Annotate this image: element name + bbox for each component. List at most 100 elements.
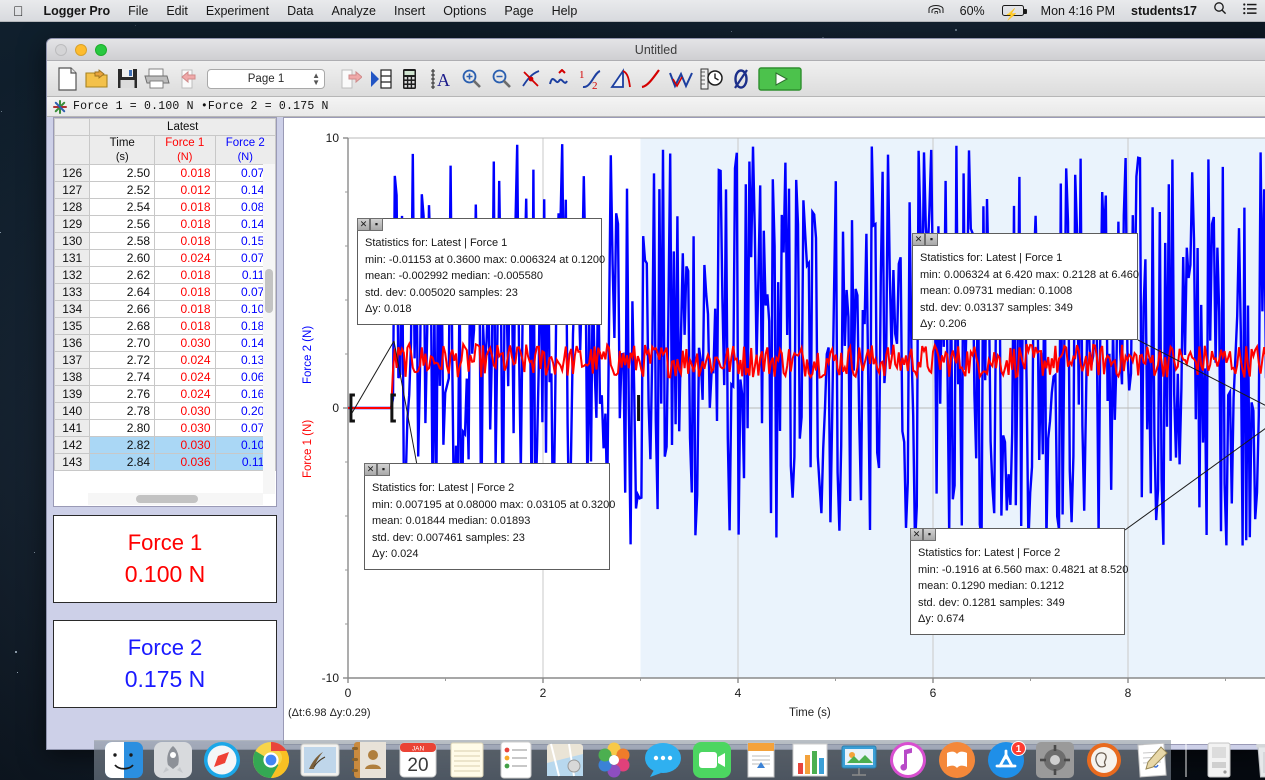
table-cell-time[interactable]: 2.64 — [89, 283, 156, 301]
menu-item-options[interactable]: Options — [434, 0, 495, 22]
table-cell-time[interactable]: 2.82 — [89, 436, 156, 454]
trash-icon[interactable] — [1246, 739, 1265, 779]
new-document-icon[interactable] — [53, 64, 81, 94]
close-icon[interactable]: ✕ — [910, 528, 923, 541]
menu-item-logger-pro[interactable]: Logger Pro — [35, 0, 120, 22]
calculator-icon[interactable] — [397, 64, 425, 94]
stats-force2-early-box[interactable]: ✕ ▪ Statistics for: Latest | Force 2 min:… — [364, 463, 615, 570]
page-selector[interactable]: Page 1 ▲ ▼ — [207, 68, 325, 89]
table-cell-force1[interactable]: 0.018 — [154, 283, 216, 301]
table-cell-time[interactable]: 2.84 — [89, 453, 156, 471]
table-cell-force1[interactable]: 0.030 — [154, 419, 216, 437]
close-icon[interactable]: ✕ — [364, 463, 377, 476]
calendar-icon[interactable]: JAN 20 — [396, 739, 440, 779]
table-cell-time[interactable]: 2.76 — [89, 385, 156, 403]
table-row[interactable]: 127 2.52 0.012 0.145 — [53, 181, 277, 199]
table-cell-force1[interactable]: 0.024 — [154, 351, 216, 369]
menu-item-page[interactable]: Page — [495, 0, 542, 22]
resize-icon[interactable]: ▪ — [923, 528, 936, 541]
table-cell-force1[interactable]: 0.024 — [154, 368, 216, 386]
export-icon[interactable] — [337, 64, 365, 94]
close-window-button[interactable] — [55, 44, 67, 56]
reminders-icon[interactable] — [494, 739, 538, 779]
table-cell-time[interactable]: 2.78 — [89, 402, 156, 420]
statistics-icon[interactable] — [667, 64, 695, 94]
stats-force1-early-box[interactable]: ✕ ▪ Statistics for: Latest | Force 1 min:… — [357, 218, 605, 325]
table-row[interactable]: 133 2.64 0.018 0.073 — [53, 283, 277, 301]
table-cell-force1[interactable]: 0.036 — [154, 453, 216, 471]
mail-icon[interactable] — [298, 739, 342, 779]
table-cell-force1[interactable]: 0.030 — [154, 334, 216, 352]
data-table-panel[interactable]: Latest Time (s) Force 1 (N) Force 2 (N) … — [53, 117, 277, 507]
pages-icon[interactable] — [739, 739, 783, 779]
graph-plot[interactable]: 10 0 -10 0 2 4 6 8 — [284, 118, 1265, 745]
table-row-index[interactable]: 133 — [53, 283, 91, 301]
table-row-index[interactable]: 143 — [53, 453, 91, 471]
minimize-window-button[interactable] — [75, 44, 87, 56]
safari-icon[interactable] — [200, 739, 244, 779]
table-row-index[interactable]: 130 — [53, 232, 91, 250]
clock-icon[interactable] — [697, 64, 725, 94]
stats-force1-early-buttons[interactable]: ✕ ▪ — [357, 218, 383, 231]
table-cell-time[interactable]: 2.66 — [89, 300, 156, 318]
table-cell-time[interactable]: 2.52 — [89, 181, 156, 199]
table-cell-force1[interactable]: 0.030 — [154, 436, 216, 454]
table-row-index[interactable]: 137 — [53, 351, 91, 369]
table-cell-time[interactable]: 2.74 — [89, 368, 156, 386]
table-row[interactable]: 136 2.70 0.030 0.145 — [53, 334, 277, 352]
table-cell-force1[interactable]: 0.012 — [154, 181, 216, 199]
table-row-index[interactable]: 129 — [53, 215, 91, 233]
table-cell-time[interactable]: 2.58 — [89, 232, 156, 250]
table-cell-force1[interactable]: 0.018 — [154, 232, 216, 250]
table-row-index[interactable]: 139 — [53, 385, 91, 403]
window-title-bar[interactable]: Untitled — [47, 39, 1265, 61]
page-back-icon[interactable] — [173, 64, 201, 94]
table-row[interactable]: 131 2.60 0.024 0.073 — [53, 249, 277, 267]
menu-item-file[interactable]: File — [119, 0, 157, 22]
table-row-index[interactable]: 134 — [53, 300, 91, 318]
table-row[interactable]: 140 2.78 0.030 0.206 — [53, 402, 277, 420]
table-cell-time[interactable]: 2.60 — [89, 249, 156, 267]
table-row[interactable]: 135 2.68 0.018 0.181 — [53, 317, 277, 335]
column-header-force2[interactable]: Force 2 (N) — [214, 135, 277, 165]
print-icon[interactable] — [143, 64, 171, 94]
table-row-index[interactable]: 126 — [53, 164, 91, 182]
wifi-icon[interactable] — [921, 0, 952, 22]
table-row[interactable]: 126 2.50 0.018 0.073 — [53, 164, 277, 182]
table-cell-time[interactable]: 2.50 — [89, 164, 156, 182]
notification-center-icon[interactable] — [1235, 0, 1265, 22]
table-row[interactable]: 130 2.58 0.018 0.151 — [53, 232, 277, 250]
table-cell-force1[interactable]: 0.018 — [154, 164, 216, 182]
table-row-index[interactable]: 128 — [53, 198, 91, 216]
table-cell-time[interactable]: 2.80 — [89, 419, 156, 437]
user-name-label[interactable]: students17 — [1123, 0, 1205, 22]
table-row-index[interactable]: 136 — [53, 334, 91, 352]
app-store-icon[interactable]: 1 — [984, 739, 1028, 779]
apple-menu-icon[interactable]:  — [0, 1, 35, 21]
battery-percent-label[interactable]: 60% — [952, 0, 993, 22]
stats-force2-late-box[interactable]: ✕ ▪ Statistics for: Latest | Force 2 min:… — [910, 528, 1128, 635]
menu-item-help[interactable]: Help — [543, 0, 587, 22]
meter-force1[interactable]: Force 1 0.100 N — [53, 515, 277, 603]
window-controls[interactable] — [55, 44, 107, 56]
table-row-index[interactable]: 131 — [53, 249, 91, 267]
table-row[interactable]: 138 2.74 0.024 0.061 — [53, 368, 277, 386]
dock[interactable]: JAN 20 1 — [94, 739, 1265, 780]
table-cell-force1[interactable]: 0.024 — [154, 249, 216, 267]
table-vertical-scrollbar[interactable] — [263, 164, 275, 494]
table-row-index[interactable]: 132 — [53, 266, 91, 284]
facetime-icon[interactable] — [690, 739, 734, 779]
stats-force2-late-buttons[interactable]: ✕ ▪ — [910, 528, 936, 541]
zoom-out-icon[interactable] — [487, 64, 515, 94]
close-icon[interactable]: ✕ — [357, 218, 370, 231]
table-row[interactable]: 129 2.56 0.018 0.145 — [53, 215, 277, 233]
stats-force1-late-box[interactable]: ✕ ▪ Statistics for: Latest | Force 1 min:… — [912, 233, 1139, 340]
menu-item-data[interactable]: Data — [278, 0, 322, 22]
table-cell-force1[interactable]: 0.018 — [154, 266, 216, 284]
text-annotation-icon[interactable]: A — [427, 64, 455, 94]
open-folder-icon[interactable] — [83, 64, 111, 94]
tangent-icon[interactable] — [517, 64, 545, 94]
photos-icon[interactable] — [592, 739, 636, 779]
zoom-window-button[interactable] — [95, 44, 107, 56]
resize-icon[interactable]: ▪ — [925, 233, 938, 246]
